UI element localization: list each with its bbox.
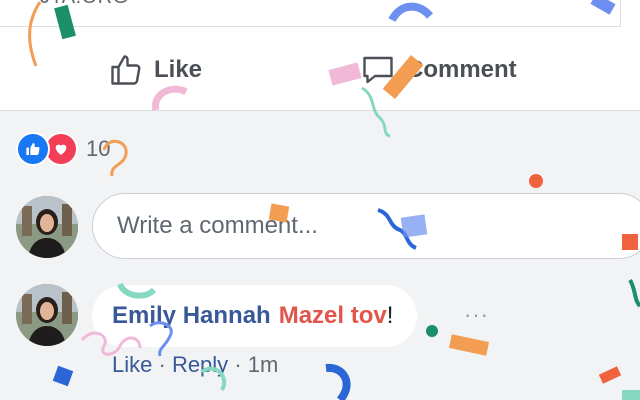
link-domain: JTA.ORG [40, 0, 129, 9]
comment-button[interactable]: Comment [360, 50, 517, 90]
current-user-avatar[interactable] [16, 196, 78, 258]
comment-options-button[interactable]: ··· [464, 302, 489, 328]
reaction-count: 10 [86, 136, 111, 161]
comment-input[interactable]: Write a comment... [92, 193, 640, 259]
comment-actions: Like · Reply · 1m [112, 352, 278, 378]
post-card-footer: JTA.ORG Like Comment [0, 0, 640, 111]
comment-timestamp[interactable]: 1m [248, 352, 279, 377]
comment-input-placeholder: Write a comment... [117, 212, 318, 239]
comment-bubble: Emily Hannah Mazel tov ! [92, 285, 418, 347]
like-button[interactable]: Like [108, 50, 202, 90]
link-preview[interactable]: JTA.ORG [0, 0, 621, 27]
comment-like-link[interactable]: Like [112, 352, 152, 377]
reaction-summary[interactable]: 10 [16, 132, 110, 166]
comment-text-highlight: Mazel tov [278, 302, 387, 329]
comment-reply-link[interactable]: Reply [172, 352, 228, 377]
comment-button-label: Comment [406, 56, 517, 83]
separator: · [234, 352, 242, 377]
like-button-label: Like [154, 56, 203, 83]
speech-bubble-icon [363, 56, 393, 84]
thumbs-up-icon [111, 55, 141, 85]
commenter-avatar[interactable] [16, 284, 78, 346]
separator: · [158, 352, 166, 377]
comment-text-end: ! [386, 302, 394, 329]
like-reaction-icon [16, 132, 50, 166]
comment-author-link[interactable]: Emily Hannah [112, 302, 271, 330]
